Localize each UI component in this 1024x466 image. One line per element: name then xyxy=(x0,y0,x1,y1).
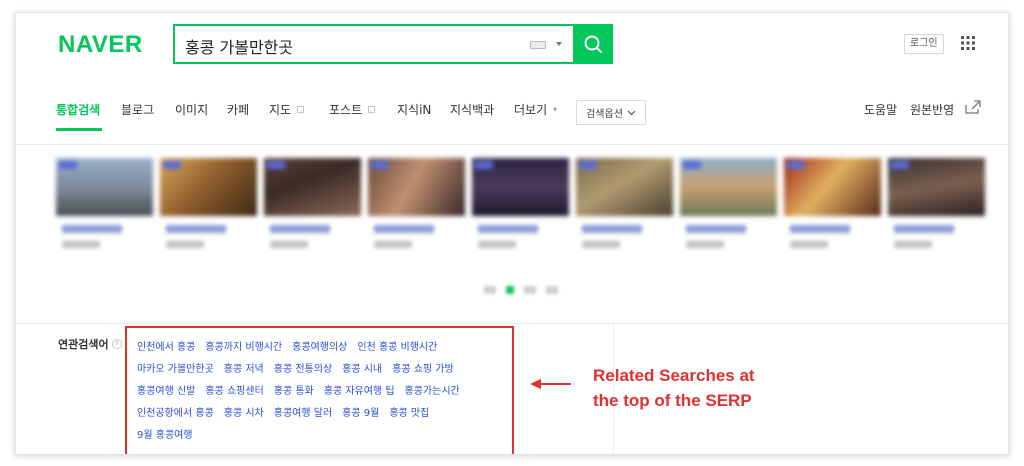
related-search-link[interactable]: 인천공항에서 홍콩 xyxy=(137,408,214,419)
tab-kin[interactable]: 지식iN xyxy=(397,101,431,118)
external-link-icon xyxy=(368,106,376,113)
image-pager[interactable] xyxy=(484,286,558,294)
related-row: 9월 홍콩여행 xyxy=(137,426,203,442)
search-button[interactable] xyxy=(573,24,613,64)
tab-post[interactable]: 포스트 xyxy=(329,101,376,118)
thumbnail-image xyxy=(56,158,153,216)
image-card[interactable] xyxy=(576,158,673,263)
related-searches-box: 인천에서 홍콩 홍콩까지 비행시간 홍콩여행의상 인천 홍콩 비행시간 마카오 가볼만… xyxy=(125,326,514,454)
related-row: 홍콩여행 신발 홍콩 쇼핑센터 홍콩 통화 홍콩 자유여행 팁 홍콩가는시간 xyxy=(137,382,470,398)
related-search-link[interactable]: 마카오 가볼만한곳 xyxy=(137,364,214,375)
image-card[interactable] xyxy=(472,158,569,263)
search-options-label: 검색옵션 xyxy=(586,109,623,120)
external-link-icon xyxy=(297,106,305,113)
search-box: 홍콩 가볼만한곳 xyxy=(173,24,613,64)
related-search-link[interactable]: 인천에서 홍콩 xyxy=(137,342,195,353)
browser-frame: NAVER 홍콩 가볼만한곳 로그인 통합검색 블로그 이미지 카페 지도 포스… xyxy=(15,12,1009,455)
search-tabs: 통합검색 블로그 이미지 카페 지도 포스트 지식iN 지식백과 더보기 ▾ 도… xyxy=(56,99,982,131)
related-search-link[interactable]: 홍콩 시내 xyxy=(342,364,382,375)
thumbnail-image xyxy=(888,158,985,216)
annotation-line: the top of the SERP xyxy=(593,391,752,410)
search-icon xyxy=(584,35,602,53)
related-search-link[interactable]: 홍콩 자유여행 팁 xyxy=(324,386,395,397)
naver-logo[interactable]: NAVER xyxy=(58,31,143,59)
related-row: 인천에서 홍콩 홍콩까지 비행시간 홍콩여행의상 인천 홍콩 비행시간 xyxy=(137,338,447,354)
related-search-link[interactable]: 홍콩 저녁 xyxy=(224,364,264,375)
tab-post-label: 포스트 xyxy=(329,103,363,117)
help-icon[interactable]: ? xyxy=(111,339,122,349)
tab-image[interactable]: 이미지 xyxy=(175,101,208,118)
related-search-link[interactable]: 홍콩여행의상 xyxy=(292,342,347,353)
divider xyxy=(16,323,1008,324)
chevron-down-icon xyxy=(627,110,636,115)
login-button[interactable]: 로그인 xyxy=(904,34,944,54)
image-card[interactable] xyxy=(56,158,153,263)
related-search-link[interactable]: 홍콩까지 비행시간 xyxy=(205,342,282,353)
image-card[interactable] xyxy=(784,158,881,263)
share-icon[interactable] xyxy=(964,99,982,115)
related-row: 인천공항에서 홍콩 홍콩 시차 홍콩여행 달러 홍콩 9월 홍콩 맛집 xyxy=(137,404,439,420)
next-icon[interactable] xyxy=(546,286,558,294)
thumbnail-image xyxy=(264,158,361,216)
related-search-link[interactable]: 홍콩 시차 xyxy=(224,408,264,419)
tab-blog[interactable]: 블로그 xyxy=(121,101,154,118)
related-search-link[interactable]: 9월 홍콩여행 xyxy=(137,430,193,441)
tab-all[interactable]: 통합검색 xyxy=(56,101,100,118)
image-card[interactable] xyxy=(264,158,361,263)
related-search-link[interactable]: 홍콩 전통의상 xyxy=(274,364,332,375)
apps-grid-icon[interactable] xyxy=(961,36,975,50)
image-card[interactable] xyxy=(680,158,777,263)
related-searches-label: 연관검색어 xyxy=(58,338,109,351)
thumbnail-image xyxy=(680,158,777,216)
related-search-link[interactable]: 홍콩가는시간 xyxy=(405,386,460,397)
tab-cafe[interactable]: 카페 xyxy=(227,101,249,118)
image-results-strip xyxy=(56,158,986,263)
autocomplete-toggle-icon[interactable] xyxy=(556,42,562,46)
image-card[interactable] xyxy=(888,158,985,263)
source-link[interactable]: 원본반영 xyxy=(910,101,954,118)
related-search-link[interactable]: 홍콩 맛집 xyxy=(389,408,429,419)
thumbnail-image xyxy=(784,158,881,216)
related-search-link[interactable]: 인천 홍콩 비행시간 xyxy=(357,342,437,353)
thumbnail-image xyxy=(160,158,257,216)
related-search-link[interactable]: 홍콩 통화 xyxy=(274,386,314,397)
related-search-link[interactable]: 홍콩 쇼핑센터 xyxy=(205,386,263,397)
related-search-link[interactable]: 홍콩 쇼핑 가방 xyxy=(392,364,454,375)
tab-map-label: 지도 xyxy=(269,103,292,117)
annotation-callout: Related Searches at the top of the SERP xyxy=(593,363,813,413)
page-indicator xyxy=(506,286,514,294)
image-card[interactable] xyxy=(368,158,465,263)
related-search-link[interactable]: 홍콩여행 신발 xyxy=(137,386,195,397)
related-row: 마카오 가볼만한곳 홍콩 저녁 홍콩 전통의상 홍콩 시내 홍콩 쇼핑 가방 xyxy=(137,360,464,376)
search-input[interactable]: 홍콩 가볼만한곳 xyxy=(185,34,293,58)
tab-map[interactable]: 지도 xyxy=(269,101,305,118)
active-tab-indicator xyxy=(56,128,102,131)
image-card[interactable] xyxy=(160,158,257,263)
thumbnail-image xyxy=(368,158,465,216)
divider xyxy=(16,144,1008,145)
search-options-button[interactable]: 검색옵션 xyxy=(576,100,646,125)
caret-down-icon: ▾ xyxy=(553,105,558,114)
tab-more-label: 더보기 xyxy=(514,103,548,117)
annotation-line: Related Searches at xyxy=(593,366,755,385)
help-link[interactable]: 도움말 xyxy=(864,101,897,118)
prev-icon[interactable] xyxy=(484,286,496,294)
related-search-link[interactable]: 홍콩여행 달러 xyxy=(274,408,332,419)
related-search-link[interactable]: 홍콩 9월 xyxy=(342,408,379,419)
tab-encyclopedia[interactable]: 지식백과 xyxy=(450,101,494,118)
page-count xyxy=(524,286,536,294)
thumbnail-image xyxy=(576,158,673,216)
related-searches-title: 연관검색어 ? xyxy=(58,336,122,352)
tab-more[interactable]: 더보기 ▾ xyxy=(514,101,557,118)
thumbnail-image xyxy=(472,158,569,216)
arrow-left-icon xyxy=(530,379,571,389)
keyboard-icon[interactable] xyxy=(530,41,546,49)
